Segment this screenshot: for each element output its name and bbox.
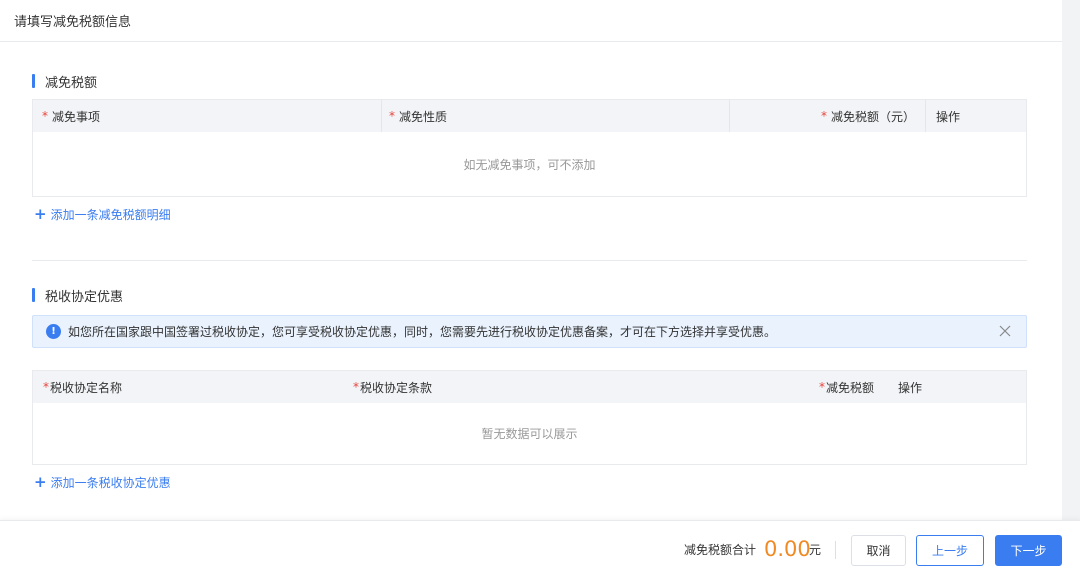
section-title-treaty-label: 税收协定优惠: [45, 289, 124, 305]
treaty-table-header: * 税收协定名称 * 税收协定条款 * 减免税额 操作: [33, 371, 1026, 403]
relief-table-header: * 减免事项 * 减免性质 * 减免税额（元） 操作: [33, 100, 1026, 132]
add-treaty-label: 添加一条税收协定优惠: [50, 475, 171, 490]
total-label: 减免税额合计: [684, 543, 757, 557]
col-treaty-name: * 税收协定名称: [43, 380, 123, 395]
scrollbar-track[interactable]: [1062, 0, 1080, 520]
relief-table-empty: 如无减免事项，可不添加: [33, 132, 1026, 196]
info-icon: !: [46, 324, 61, 339]
page-header: 请填写减免税额信息: [0, 0, 1062, 42]
empty-text: 暂无数据可以展示: [481, 427, 578, 441]
add-treaty-link[interactable]: + 添加一条税收协定优惠: [34, 474, 171, 490]
section-title-relief: 减免税额: [32, 73, 98, 91]
section-divider: [32, 260, 1027, 261]
form-panel: 请填写减免税额信息 减免税额 * 减免事项 * 减免性质 * 减免税额（元） 操…: [0, 0, 1062, 520]
section-title-relief-label: 减免税额: [45, 75, 98, 91]
plus-icon: +: [34, 472, 47, 491]
section-title-treaty: 税收协定优惠: [32, 287, 124, 305]
column-divider: [729, 100, 730, 132]
add-relief-link[interactable]: + 添加一条减免税额明细: [34, 206, 171, 222]
next-step-button[interactable]: 下一步: [995, 535, 1062, 566]
section-title-bar: [32, 288, 35, 302]
plus-icon: +: [34, 204, 47, 223]
close-icon[interactable]: [998, 324, 1012, 338]
treaty-notice: ! 如您所在国家跟中国签署过税收协定，您可享受税收协定优惠，同时，您需要先进行税…: [32, 315, 1027, 348]
column-divider: [381, 100, 382, 132]
relief-table: * 减免事项 * 减免性质 * 减免税额（元） 操作 如无减免事项，可不添加: [32, 99, 1027, 197]
add-relief-label: 添加一条减免税额明细: [50, 207, 171, 222]
page-title: 请填写减免税额信息: [14, 15, 132, 30]
treaty-table: * 税收协定名称 * 税收协定条款 * 减免税额 操作 暂无数据可以展示: [32, 370, 1027, 465]
total-unit: 元: [809, 543, 822, 557]
footer-divider: [835, 541, 836, 559]
col-relief-amount: * 减免税额（元）: [821, 109, 916, 124]
previous-step-button[interactable]: 上一步: [916, 535, 984, 566]
section-title-bar: [32, 74, 35, 88]
col-relief-item: * 减免事项: [42, 109, 101, 124]
column-divider: [925, 100, 926, 132]
total-value: 0.00: [764, 537, 811, 561]
col-relief-action: 操作: [936, 109, 961, 124]
col-treaty-clause: * 税收协定条款: [353, 380, 433, 395]
footer-bar: 减免税额合计 0.00 元 取消 上一步 下一步: [0, 520, 1080, 584]
col-relief-nature: * 减免性质: [389, 109, 448, 124]
treaty-table-empty: 暂无数据可以展示: [33, 403, 1026, 464]
notice-text: 如您所在国家跟中国签署过税收协定，您可享受税收协定优惠，同时，您需要先进行税收协…: [68, 325, 777, 339]
cancel-button[interactable]: 取消: [851, 535, 906, 566]
col-treaty-amount: * 减免税额: [819, 380, 875, 395]
empty-text: 如无减免事项，可不添加: [463, 157, 596, 172]
col-treaty-action: 操作: [898, 380, 923, 395]
